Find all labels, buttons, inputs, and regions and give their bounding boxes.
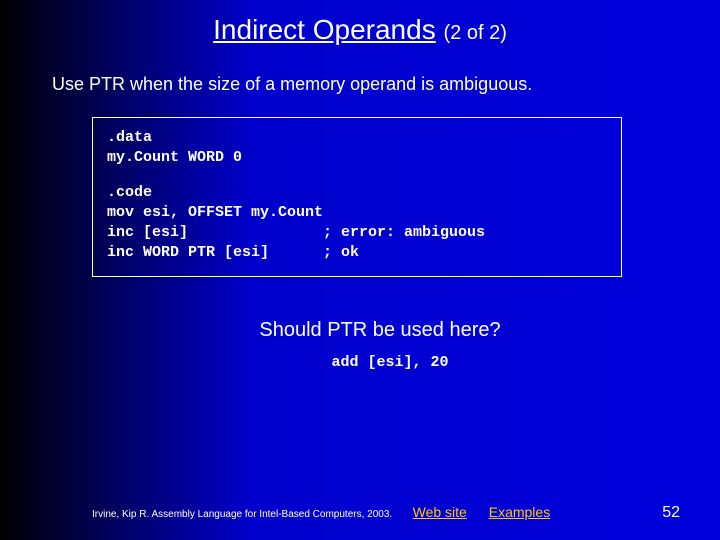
slide: Indirect Operands (2 of 2) Use PTR when … (0, 0, 720, 540)
question-text: Should PTR be used here? (259, 319, 500, 342)
code-block-data: .data my.Count WORD 0 (107, 128, 607, 169)
code-snippet: add [esi], 20 (0, 354, 720, 371)
footer-credit: Irvine, Kip R. Assembly Language for Int… (92, 509, 392, 520)
code-box: .data my.Count WORD 0 .code mov esi, OFF… (92, 117, 622, 277)
slide-title: Indirect Operands (2 of 2) (0, 0, 720, 46)
footer: Irvine, Kip R. Assembly Language for Int… (0, 504, 720, 522)
title-part: (2 of 2) (444, 22, 507, 44)
page-number: 52 (662, 504, 680, 522)
code-block-code: .code mov esi, OFFSET my.Count inc [esi]… (107, 183, 607, 264)
footer-links: Web site Examples (413, 504, 569, 520)
website-link[interactable]: Web site (413, 504, 467, 520)
title-main: Indirect Operands (213, 14, 436, 45)
examples-link[interactable]: Examples (489, 504, 550, 520)
subtitle-text: Use PTR when the size of a memory operan… (52, 74, 720, 95)
question-line: Should PTR be used here? (0, 319, 720, 342)
